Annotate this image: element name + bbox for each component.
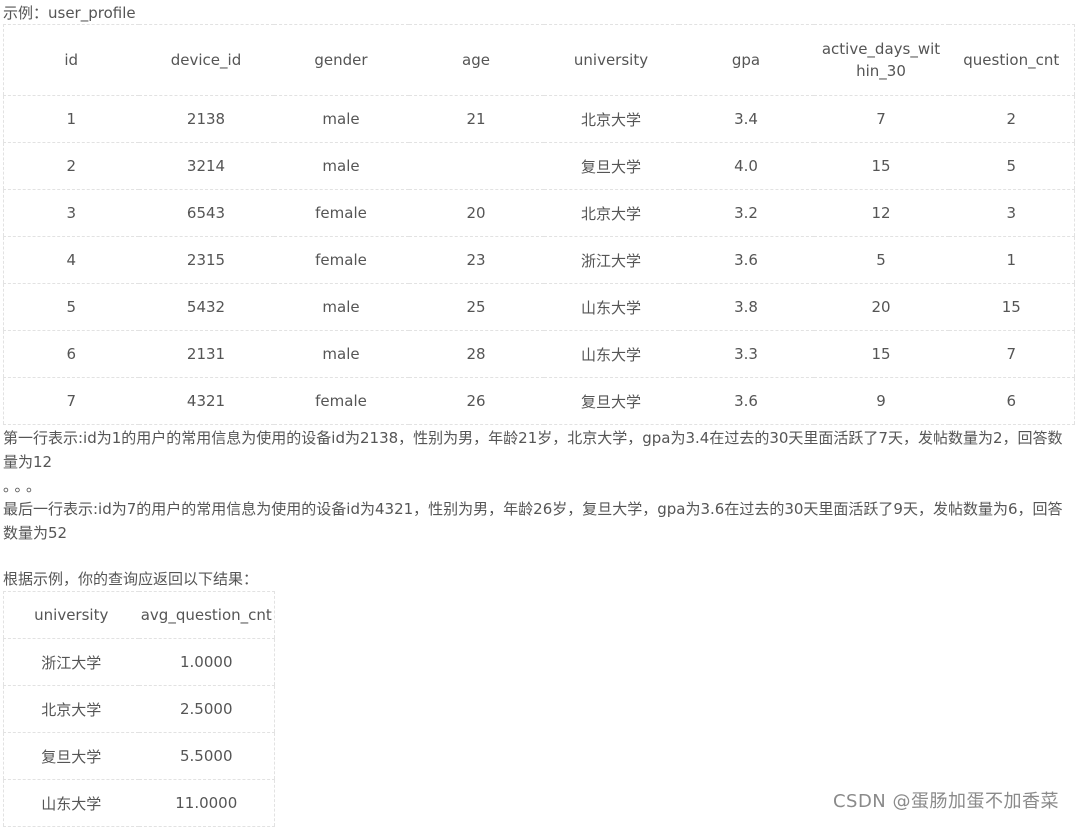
table-cell: 山东大学: [543, 330, 679, 378]
table-row: 1 2138 male 21 北京大学 3.4 7 2: [3, 95, 1075, 143]
table-cell: 山东大学: [543, 283, 679, 331]
table-cell: 5: [948, 142, 1075, 190]
table-cell: 3.6: [678, 236, 814, 284]
table-cell: 4: [3, 236, 139, 284]
ellipsis: 。。。: [3, 477, 46, 495]
table-cell: 7: [948, 330, 1075, 378]
table-cell: 20: [408, 189, 544, 237]
column-header: device_id: [138, 24, 274, 96]
table-cell: 北京大学: [3, 685, 139, 733]
column-header: gender: [273, 24, 409, 96]
table-cell: 5: [813, 236, 949, 284]
table-row: 北京大学 2.5000: [3, 685, 275, 733]
table-cell: [408, 142, 544, 190]
column-header: question_cnt: [948, 24, 1075, 96]
table-cell: 2315: [138, 236, 274, 284]
table-row: 6 2131 male 28 山东大学 3.3 15 7: [3, 330, 1075, 378]
table-row: 2 3214 male 复旦大学 4.0 15 5: [3, 142, 1075, 190]
table-cell: 6543: [138, 189, 274, 237]
table-cell: 11.0000: [138, 779, 275, 827]
table-row: 7 4321 female 26 复旦大学 3.6 9 6: [3, 377, 1075, 425]
table-header-row: id device_id gender age university gpa active_…: [3, 24, 1075, 96]
table-cell: 1: [3, 95, 139, 143]
table-cell: 15: [813, 330, 949, 378]
table-cell: male: [273, 283, 409, 331]
result-intro: 根据示例，你的查询应返回以下结果：: [3, 570, 259, 588]
column-header: avg_question_cnt: [138, 591, 275, 639]
table-cell: 3.6: [678, 377, 814, 425]
table-cell: 2138: [138, 95, 274, 143]
table-cell: 7: [813, 95, 949, 143]
table-row: 山东大学 11.0000: [3, 779, 275, 827]
table-cell: 复旦大学: [543, 142, 679, 190]
table-cell: 3.8: [678, 283, 814, 331]
table-cell: female: [273, 236, 409, 284]
table-cell: 26: [408, 377, 544, 425]
table-cell: 2131: [138, 330, 274, 378]
table-row: 浙江大学 1.0000: [3, 638, 275, 686]
table-cell: 15: [948, 283, 1075, 331]
table-cell: female: [273, 189, 409, 237]
table-cell: female: [273, 377, 409, 425]
table-cell: male: [273, 142, 409, 190]
table-cell: 浙江大学: [3, 638, 139, 686]
csdn-watermark: CSDN @蛋肠加蛋不加香菜: [832, 791, 1059, 812]
table-cell: 3.4: [678, 95, 814, 143]
user-profile-table: id device_id gender age university gpa active_…: [3, 24, 1075, 425]
table-cell: 21: [408, 95, 544, 143]
table-cell: 6: [3, 330, 139, 378]
table-row: 3 6543 female 20 北京大学 3.2 12 3: [3, 189, 1075, 237]
table-cell: 3.2: [678, 189, 814, 237]
table-cell: 4.0: [678, 142, 814, 190]
example-caption: 示例：user_profile: [3, 4, 136, 22]
table-row: 4 2315 female 23 浙江大学 3.6 5 1: [3, 236, 1075, 284]
table-cell: 1: [948, 236, 1075, 284]
table-cell: 3: [948, 189, 1075, 237]
last-row-explanation: 最后一行表示:id为7的用户的常用信息为使用的设备id为4321，性别为男，年龄…: [3, 500, 1063, 542]
table-cell: 复旦大学: [3, 732, 139, 780]
table-cell: 20: [813, 283, 949, 331]
table-cell: 1.0000: [138, 638, 275, 686]
table-cell: 28: [408, 330, 544, 378]
table-cell: 山东大学: [3, 779, 139, 827]
column-header: active_days_within_30: [813, 24, 949, 96]
table-cell: 北京大学: [543, 189, 679, 237]
table-cell: 25: [408, 283, 544, 331]
table-cell: 2.5000: [138, 685, 275, 733]
table-cell: male: [273, 330, 409, 378]
table-cell: 6: [948, 377, 1075, 425]
table-cell: 12: [813, 189, 949, 237]
table-cell: 3: [3, 189, 139, 237]
table-row: 复旦大学 5.5000: [3, 732, 275, 780]
table-cell: 2: [948, 95, 1075, 143]
table-cell: 复旦大学: [543, 377, 679, 425]
table-cell: 15: [813, 142, 949, 190]
table-cell: 5432: [138, 283, 274, 331]
table-cell: 23: [408, 236, 544, 284]
column-header: university: [3, 591, 139, 639]
table-cell: 浙江大学: [543, 236, 679, 284]
table-header-row: university avg_question_cnt: [3, 591, 275, 639]
table-cell: 5.5000: [138, 732, 275, 780]
column-header: university: [543, 24, 679, 96]
table-cell: 2: [3, 142, 139, 190]
table-cell: 3.3: [678, 330, 814, 378]
table-cell: 5: [3, 283, 139, 331]
first-row-explanation: 第一行表示:id为1的用户的常用信息为使用的设备id为2138，性别为男，年龄2…: [3, 429, 1063, 471]
column-header: id: [3, 24, 139, 96]
table-cell: male: [273, 95, 409, 143]
column-header: gpa: [678, 24, 814, 96]
table-cell: 4321: [138, 377, 274, 425]
table-row: 5 5432 male 25 山东大学 3.8 20 15: [3, 283, 1075, 331]
table-cell: 北京大学: [543, 95, 679, 143]
table-cell: 3214: [138, 142, 274, 190]
column-header: age: [408, 24, 544, 96]
result-table: university avg_question_cnt 浙江大学 1.0000 北京大…: [3, 591, 275, 827]
table-cell: 9: [813, 377, 949, 425]
table-cell: 7: [3, 377, 139, 425]
